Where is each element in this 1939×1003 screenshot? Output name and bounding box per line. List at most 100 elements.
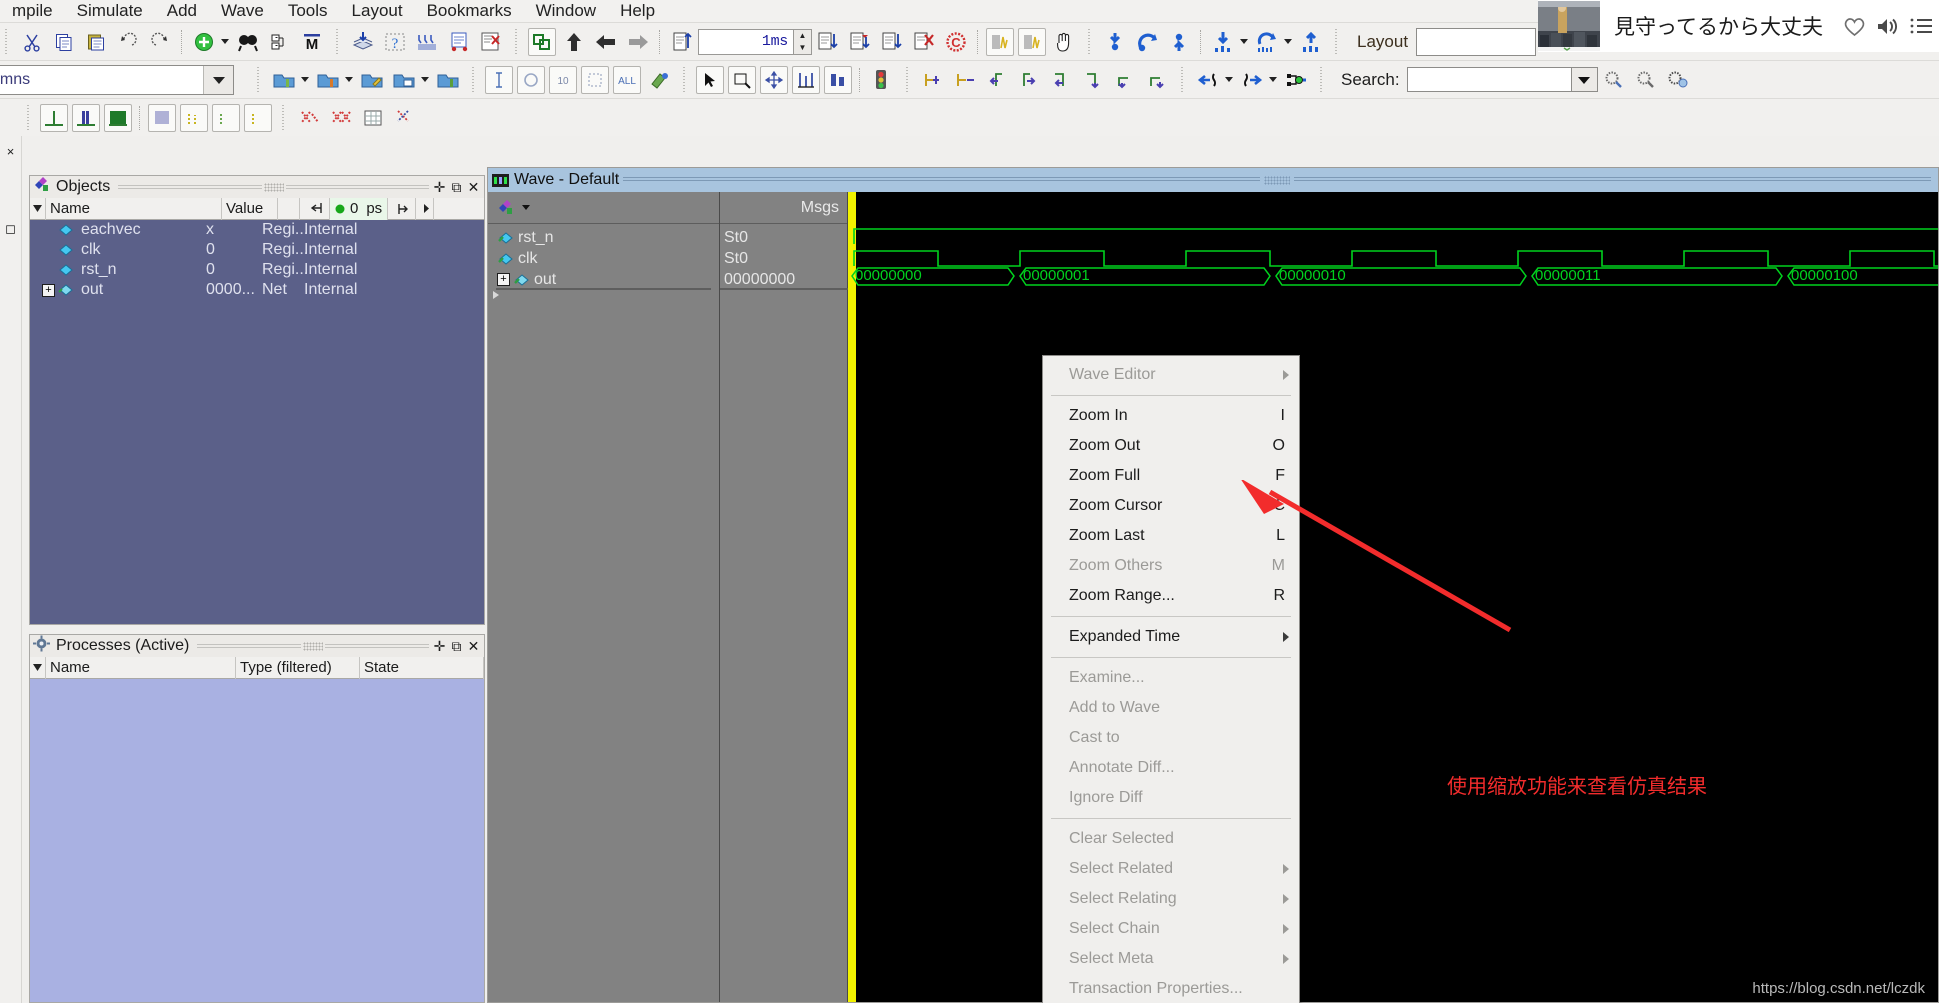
menu-layout[interactable]: Layout bbox=[340, 1, 415, 21]
panel-grip-2[interactable] bbox=[303, 641, 324, 651]
heart-icon[interactable] bbox=[1837, 15, 1871, 38]
menu-simulate[interactable]: Simulate bbox=[65, 1, 155, 21]
list-item[interactable]: eachvec x Regi... Internal bbox=[30, 220, 484, 240]
wave-scroll-marker-icon[interactable] bbox=[490, 288, 502, 306]
delete-cursor-icon[interactable] bbox=[295, 104, 323, 132]
move-icon[interactable] bbox=[760, 65, 788, 94]
break-icon[interactable] bbox=[910, 28, 938, 56]
menu-window[interactable]: Window bbox=[524, 1, 608, 21]
step-out-icon[interactable] bbox=[1165, 28, 1193, 56]
run-all-icon[interactable] bbox=[878, 28, 906, 56]
compile-summary-icon[interactable] bbox=[477, 28, 505, 56]
menu-item-zoom-last[interactable]: Zoom Last L bbox=[1043, 521, 1299, 551]
align-icon[interactable] bbox=[792, 65, 820, 94]
delete-all-cursors-icon[interactable] bbox=[327, 104, 355, 132]
edge-corner4-icon[interactable] bbox=[1143, 66, 1171, 94]
menu-item-select-related[interactable]: Select Related bbox=[1043, 854, 1299, 884]
wave-title-grip[interactable] bbox=[1264, 175, 1291, 185]
edge-right-icon[interactable] bbox=[1015, 66, 1043, 94]
toolbar-grip-9[interactable] bbox=[905, 66, 910, 93]
menu-item-zoom-cursor[interactable]: Zoom Cursor C bbox=[1043, 491, 1299, 521]
menu-item-ignore-diff[interactable]: Ignore Diff bbox=[1043, 783, 1299, 813]
copy-icon[interactable] bbox=[50, 28, 78, 56]
modelsim-m-icon[interactable]: M bbox=[298, 28, 326, 56]
step-over-wave-icon[interactable] bbox=[1253, 28, 1281, 56]
menu-item-select-relating[interactable]: Select Relating bbox=[1043, 884, 1299, 914]
cut-icon[interactable] bbox=[18, 28, 46, 56]
search-prev-icon[interactable] bbox=[1194, 66, 1222, 94]
step-over-icon[interactable] bbox=[1133, 28, 1161, 56]
compile-icon[interactable] bbox=[349, 28, 377, 56]
wave-signal-row[interactable]: rst_n bbox=[488, 227, 719, 248]
wave-canvas[interactable]: 00000000 00000001 00000010 00000011 0000… bbox=[848, 192, 1938, 1002]
menu-item-zoom-in[interactable]: Zoom In I bbox=[1043, 401, 1299, 431]
edge-left-icon[interactable] bbox=[983, 66, 1011, 94]
search-settings-icon[interactable] bbox=[1664, 66, 1692, 94]
save-folder-dropdown-icon[interactable] bbox=[421, 77, 429, 82]
restart-icon[interactable] bbox=[668, 28, 696, 56]
processes-filter-icon[interactable] bbox=[30, 656, 46, 679]
all-icon[interactable]: ALL bbox=[613, 65, 641, 94]
open-folder2-dropdown-icon[interactable] bbox=[345, 77, 353, 82]
run-icon[interactable] bbox=[814, 28, 842, 56]
search-input[interactable] bbox=[1406, 67, 1572, 92]
panel-grip[interactable] bbox=[263, 182, 284, 192]
processes-col-type[interactable]: Type (filtered) bbox=[236, 656, 360, 679]
toolbar-grip-11[interactable] bbox=[1319, 66, 1324, 93]
menu-item-transaction-properties[interactable]: Transaction Properties... bbox=[1043, 974, 1299, 1003]
stop-icon[interactable]: C bbox=[942, 28, 970, 56]
tree-icon[interactable] bbox=[266, 28, 294, 56]
radix-icon[interactable]: 10 bbox=[549, 65, 577, 94]
edge-corner1-icon[interactable] bbox=[1047, 66, 1075, 94]
toolbar-grip[interactable] bbox=[4, 28, 9, 55]
circle-icon[interactable] bbox=[517, 65, 545, 94]
edge-corner2-icon[interactable] bbox=[1079, 66, 1107, 94]
wave-mode7-icon[interactable] bbox=[244, 103, 272, 132]
objects-float-button[interactable]: ⧉ bbox=[448, 178, 465, 196]
menu-item-cast-to[interactable]: Cast to bbox=[1043, 723, 1299, 753]
run-length-input[interactable]: 1ms bbox=[698, 28, 794, 55]
search-next-icon[interactable] bbox=[1238, 66, 1266, 94]
objects-col-name[interactable]: Name bbox=[46, 197, 222, 220]
menu-item-examine[interactable]: Examine... bbox=[1043, 663, 1299, 693]
compile-order-icon[interactable] bbox=[413, 28, 441, 56]
wave-name-dropdown-icon[interactable] bbox=[522, 205, 530, 210]
toolbar-grip-5[interactable] bbox=[1334, 28, 1339, 55]
list-item[interactable]: rst_n 0 Regi... Internal bbox=[30, 260, 484, 280]
toolbar-grip-3[interactable] bbox=[514, 28, 519, 55]
pan-icon[interactable] bbox=[1050, 28, 1078, 56]
objects-close-button[interactable]: ✕ bbox=[465, 178, 482, 196]
dock-side-icon[interactable]: ◻ bbox=[0, 221, 21, 237]
toolbar-grip-7[interactable] bbox=[471, 66, 476, 93]
objects-col-value[interactable]: Value bbox=[222, 197, 278, 220]
menu-add[interactable]: Add bbox=[155, 1, 209, 21]
speaker-icon[interactable] bbox=[1871, 15, 1905, 38]
simulate-icon[interactable] bbox=[528, 27, 556, 56]
menu-item-add-to-wave[interactable]: Add to Wave bbox=[1043, 693, 1299, 723]
color-icon[interactable] bbox=[645, 66, 673, 94]
edge-corner3-icon[interactable] bbox=[1111, 66, 1139, 94]
processes-col-state[interactable]: State bbox=[360, 656, 484, 679]
step-up-icon[interactable] bbox=[560, 28, 588, 56]
paste-icon[interactable] bbox=[82, 28, 110, 56]
processes-float-button[interactable]: ⧉ bbox=[448, 637, 465, 655]
run-length-spinner[interactable]: ▲ ▼ bbox=[794, 28, 812, 55]
redo-icon[interactable] bbox=[146, 28, 174, 56]
step-over-wave-dropdown-icon[interactable] bbox=[1284, 39, 1292, 44]
align-top-icon[interactable] bbox=[919, 66, 947, 94]
menu-item-zoom-out[interactable]: Zoom Out O bbox=[1043, 431, 1299, 461]
open-folder-icon[interactable] bbox=[270, 66, 298, 94]
wave-mode6-icon[interactable] bbox=[212, 103, 240, 132]
new-folder-icon[interactable] bbox=[434, 66, 462, 94]
compile-selected-icon[interactable]: ? bbox=[381, 28, 409, 56]
search-next-dropdown-icon[interactable] bbox=[1269, 77, 1277, 82]
step-into-wave-icon[interactable] bbox=[1209, 28, 1237, 56]
compile-report-icon[interactable] bbox=[445, 28, 473, 56]
step-forward-icon[interactable] bbox=[624, 28, 652, 56]
wave-zoom2-icon[interactable] bbox=[1018, 27, 1046, 56]
menu-item-expanded-time[interactable]: Expanded Time bbox=[1043, 622, 1299, 652]
menu-tools[interactable]: Tools bbox=[276, 1, 340, 21]
objects-time-marker[interactable]: 0 ps bbox=[330, 197, 388, 220]
toolbar-grip-10[interactable] bbox=[1180, 66, 1185, 93]
insert-cursor-icon[interactable] bbox=[485, 65, 513, 94]
